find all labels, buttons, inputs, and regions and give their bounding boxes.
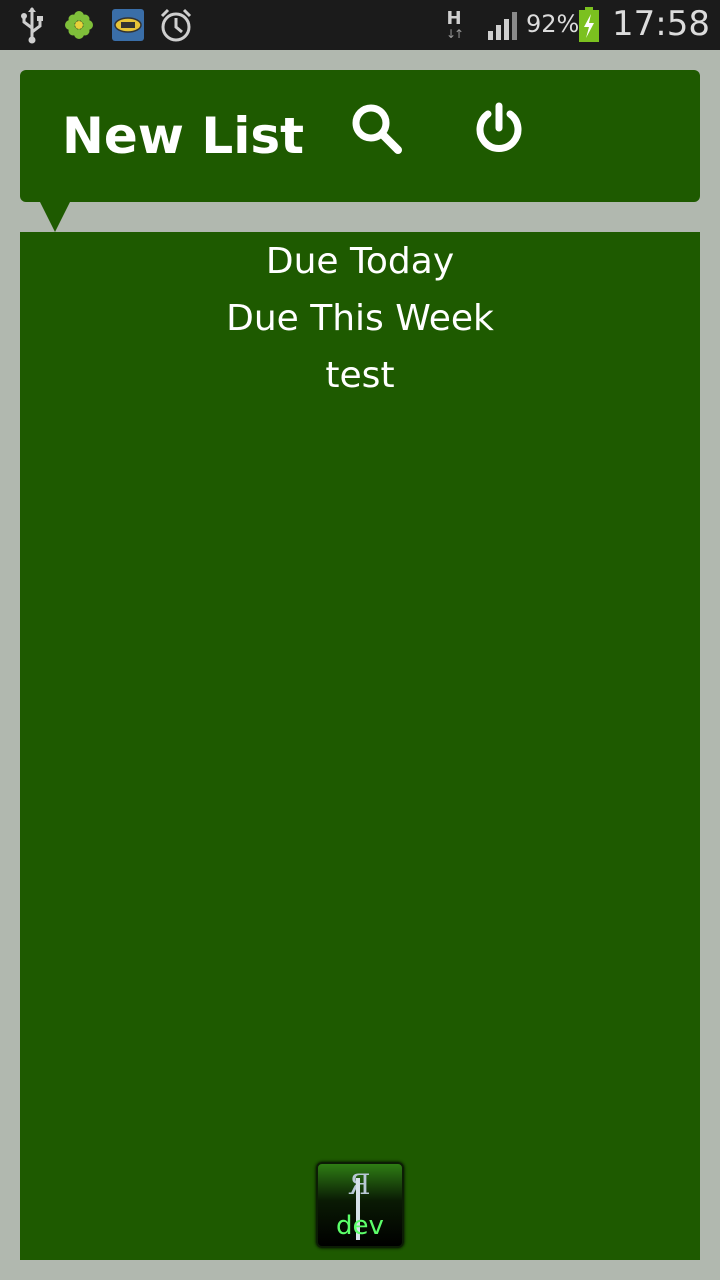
list-menu: Due Today Due This Week test: [20, 236, 700, 407]
list-item-due-this-week[interactable]: Due This Week: [20, 293, 700, 350]
clock: 17:58: [612, 4, 710, 44]
app-notification-icon: [110, 6, 146, 44]
data-arrows-icon: ↓↑: [445, 27, 464, 41]
power-icon: [472, 101, 526, 161]
usb-icon: [16, 6, 48, 44]
battery-charging-icon: [576, 6, 602, 44]
power-button[interactable]: [464, 96, 534, 166]
search-icon: [349, 101, 405, 161]
flower-icon: [62, 6, 96, 44]
header-pointer: [40, 202, 70, 232]
network-h-icon: H ↓↑: [440, 6, 468, 44]
list-item-due-today[interactable]: Due Today: [20, 236, 700, 293]
status-bar: H ↓↑ 92% 17:58: [0, 0, 720, 50]
header-bar: New List: [20, 70, 700, 202]
list-item-test[interactable]: test: [20, 350, 700, 407]
logo-text: dev: [336, 1211, 384, 1241]
battery-percent: 92%: [526, 10, 580, 38]
lists-panel: Due Today Due This Week test R dev: [20, 232, 700, 1260]
page-title[interactable]: New List: [62, 104, 304, 168]
alarm-icon: [156, 6, 196, 44]
search-button[interactable]: [342, 96, 412, 166]
dev-logo-icon[interactable]: R dev: [316, 1162, 404, 1248]
signal-icon: [486, 6, 522, 44]
network-type-label: H: [446, 8, 462, 29]
